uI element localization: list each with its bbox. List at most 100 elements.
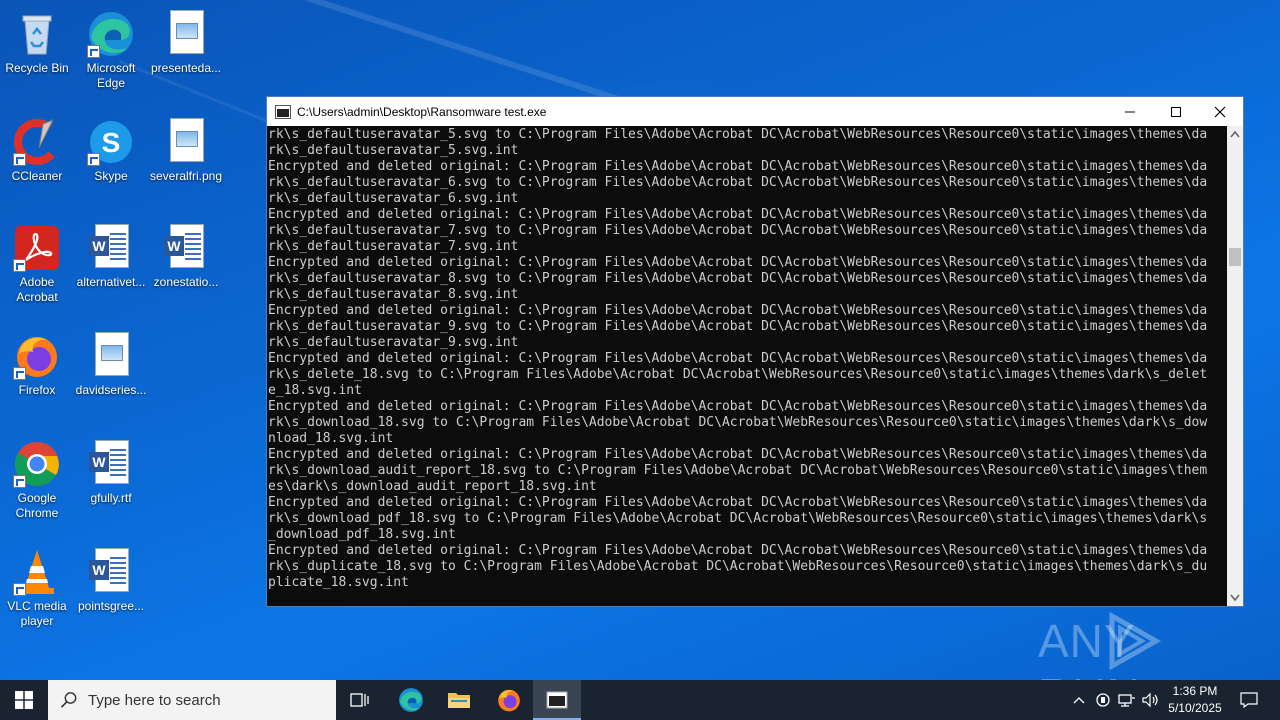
- desktop-icon-skype[interactable]: S Skype: [73, 112, 149, 208]
- console-line: Encrypted and deleted original: C:\Progr…: [268, 447, 1208, 462]
- windows-logo-icon: [15, 691, 33, 709]
- firefox-icon: [498, 689, 520, 712]
- word-document-icon: W: [87, 224, 135, 272]
- desktop-icon-presenteda[interactable]: presenteda...: [148, 4, 224, 100]
- desktop-icon-microsoft-edge[interactable]: Microsoft Edge: [73, 4, 149, 100]
- maximize-icon: [1171, 106, 1181, 117]
- shortcut-arrow-icon: [13, 583, 26, 596]
- image-file-icon: [162, 118, 210, 166]
- console-line: rk\s_defaultuseravatar_7.svg to C:\Progr…: [268, 223, 1208, 238]
- desktop-icon-label: Google Chrome: [15, 491, 59, 520]
- edge-icon: [399, 688, 423, 712]
- task-view-button[interactable]: [338, 680, 382, 720]
- svg-text:S: S: [102, 127, 121, 158]
- console-line: _download_pdf_18.svg.int: [268, 527, 456, 542]
- volume-icon: [1142, 692, 1158, 708]
- network-icon: [1118, 694, 1135, 707]
- desktop-icon-adobe-acrobat[interactable]: Adobe Acrobat: [0, 218, 75, 314]
- chevron-up-icon: [1073, 697, 1085, 704]
- desktop-icon-firefox[interactable]: Firefox: [0, 326, 75, 422]
- console-line: Encrypted and deleted original: C:\Progr…: [268, 159, 1208, 174]
- desktop-icon-vlc[interactable]: VLC media player: [0, 542, 75, 638]
- close-icon: [1214, 106, 1226, 117]
- console-line: rk\s_defaultuseravatar_6.svg to C:\Progr…: [268, 175, 1208, 190]
- chevron-down-icon: [1230, 594, 1240, 602]
- desktop-icon-label: presenteda...: [150, 61, 222, 75]
- desktop-icon-label: alternativet...: [76, 275, 146, 289]
- maximize-button[interactable]: [1153, 97, 1199, 126]
- shortcut-arrow-icon: [87, 45, 100, 58]
- console-line: Encrypted and deleted original: C:\Progr…: [268, 255, 1208, 270]
- console-line: rk\s_defaultuseravatar_5.svg to C:\Progr…: [268, 127, 1208, 142]
- desktop-icon-ccleaner[interactable]: CCleaner: [0, 112, 75, 208]
- desktop-icon-severalfri[interactable]: severalfri.png: [148, 112, 224, 208]
- taskbar-file-explorer[interactable]: [436, 680, 482, 720]
- search-placeholder: Type here to search: [88, 691, 221, 709]
- adobe-acrobat-icon: [13, 224, 61, 272]
- scroll-up-button[interactable]: [1227, 126, 1243, 142]
- console-line: rk\s_download_18.svg to C:\Program Files…: [268, 415, 1208, 430]
- shortcut-arrow-icon: [87, 153, 100, 166]
- console-output[interactable]: rk\s_defaultuseravatar_5.svg to C:\Progr…: [267, 126, 1227, 606]
- taskbar-edge[interactable]: [388, 680, 434, 720]
- console-line: nload_18.svg.int: [268, 431, 394, 446]
- image-file-icon: [162, 10, 210, 58]
- vlc-icon: [13, 548, 61, 596]
- desktop-icon-gfully[interactable]: W gfully.rtf: [73, 434, 149, 530]
- desktop-icon-label: Microsoft Edge: [86, 61, 136, 90]
- scroll-down-button[interactable]: [1227, 590, 1243, 606]
- anyrun-watermark: ANY RUN: [1038, 610, 1238, 680]
- search-icon: [60, 692, 77, 708]
- taskbar-search-box[interactable]: Type here to search: [48, 680, 336, 720]
- console-line: Encrypted and deleted original: C:\Progr…: [268, 543, 1208, 558]
- tray-network[interactable]: [1116, 680, 1138, 720]
- minimize-icon: [1125, 111, 1135, 112]
- console-line: Encrypted and deleted original: C:\Progr…: [268, 399, 1208, 414]
- console-line: Encrypted and deleted original: C:\Progr…: [268, 207, 1208, 222]
- desktop-icon-label: VLC media player: [7, 599, 67, 628]
- console-window[interactable]: C:\Users\admin\Desktop\Ransomware test.e…: [266, 96, 1244, 607]
- chevron-up-icon: [1230, 130, 1240, 138]
- taskbar-clock[interactable]: 1:36 PM 5/10/2025: [1160, 683, 1230, 717]
- shortcut-arrow-icon: [13, 475, 26, 488]
- minimize-button[interactable]: [1107, 97, 1153, 126]
- console-line: Encrypted and deleted original: C:\Progr…: [268, 303, 1208, 318]
- action-center-button[interactable]: [1234, 680, 1264, 720]
- defender-icon: [1096, 693, 1110, 707]
- show-hidden-icons-button[interactable]: [1068, 680, 1090, 720]
- desktop-icon-zonestatio[interactable]: W zonestatio...: [148, 218, 224, 314]
- desktop-icon-label: gfully.rtf: [90, 491, 132, 505]
- console-line: rk\s_delete_18.svg to C:\Program Files\A…: [268, 367, 1208, 382]
- close-button[interactable]: [1197, 97, 1243, 126]
- console-line: e_18.svg.int: [268, 383, 362, 398]
- desktop-icon-pointsgree[interactable]: W pointsgree...: [73, 542, 149, 638]
- firefox-icon: [13, 332, 61, 380]
- taskbar-firefox[interactable]: [486, 680, 532, 720]
- console-app-icon: [275, 104, 291, 119]
- desktop-icon-label: Firefox: [18, 383, 56, 397]
- desktop-icon-recycle-bin[interactable]: Recycle Bin: [0, 4, 75, 100]
- tray-network-status[interactable]: [1092, 680, 1114, 720]
- taskbar: Type here to search 1:36 PM 5/10/2025: [0, 680, 1280, 720]
- scrollbar-thumb[interactable]: [1229, 248, 1241, 266]
- console-line: es\dark\s_download_audit_report_18.svg.i…: [268, 479, 597, 494]
- console-line: rk\s_defaultuseravatar_5.svg.int: [268, 143, 519, 158]
- tray-volume[interactable]: [1140, 680, 1162, 720]
- console-title-bar[interactable]: C:\Users\admin\Desktop\Ransomware test.e…: [267, 97, 1243, 126]
- console-title: C:\Users\admin\Desktop\Ransomware test.e…: [297, 104, 547, 119]
- console-scrollbar[interactable]: [1227, 126, 1243, 606]
- desktop-icon-google-chrome[interactable]: Google Chrome: [0, 434, 75, 530]
- folder-icon: [448, 693, 470, 708]
- taskbar-console-active[interactable]: [533, 680, 581, 720]
- desktop-icon-davidseries[interactable]: davidseries...: [73, 326, 149, 422]
- desktop-icon-label: Recycle Bin: [5, 61, 69, 75]
- word-document-icon: W: [87, 440, 135, 488]
- desktop-icon-alternativet[interactable]: W alternativet...: [73, 218, 149, 314]
- start-button[interactable]: [0, 680, 48, 720]
- clock-time: 1:36 PM: [1172, 684, 1218, 698]
- skype-icon: S: [87, 118, 135, 166]
- word-document-icon: W: [87, 548, 135, 596]
- console-line: rk\s_defaultuseravatar_9.svg to C:\Progr…: [268, 319, 1208, 334]
- console-line: Encrypted and deleted original: C:\Progr…: [268, 351, 1208, 366]
- desktop-icon-label: CCleaner: [11, 169, 63, 183]
